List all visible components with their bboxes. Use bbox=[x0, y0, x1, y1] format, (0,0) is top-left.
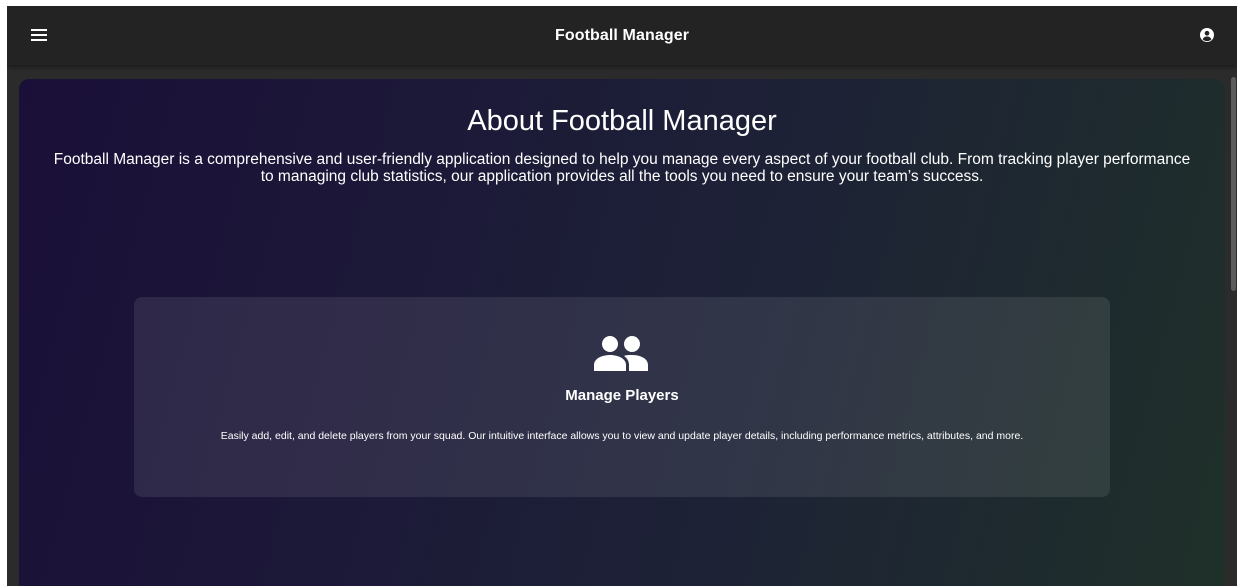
about-section: About Football Manager Football Manager … bbox=[19, 79, 1225, 586]
scrollbar[interactable] bbox=[1229, 65, 1237, 586]
menu-icon bbox=[31, 29, 47, 31]
intro-text: Football Manager is a comprehensive and … bbox=[53, 151, 1191, 185]
menu-button[interactable] bbox=[27, 23, 51, 47]
account-button[interactable] bbox=[1195, 23, 1219, 47]
page-title: About Football Manager bbox=[467, 105, 777, 137]
people-icon bbox=[594, 336, 648, 371]
scrollbar-thumb[interactable] bbox=[1231, 77, 1236, 291]
account-circle-icon bbox=[1200, 28, 1214, 42]
feature-card-manage-players: Manage Players Easily add, edit, and del… bbox=[134, 297, 1110, 497]
feature-description: Easily add, edit, and delete players fro… bbox=[220, 430, 1024, 442]
feature-title: Manage Players bbox=[565, 387, 679, 404]
app-window: Football Manager About Football Manager … bbox=[7, 6, 1237, 586]
app-title: Football Manager bbox=[554, 26, 690, 44]
app-bar: Football Manager bbox=[7, 6, 1237, 65]
